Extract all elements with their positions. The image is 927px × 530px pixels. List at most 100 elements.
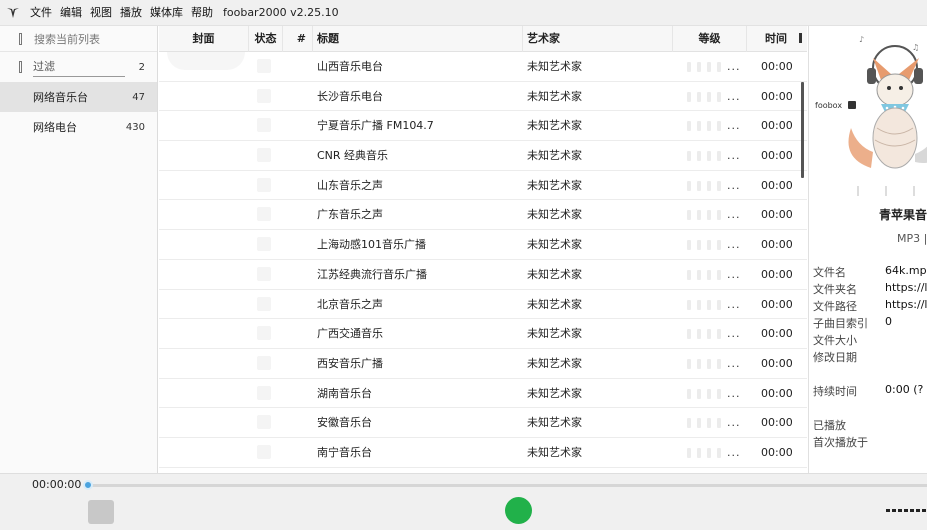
track-row[interactable]: 山西音乐电台 未知艺术家... 00:00 (159, 52, 807, 82)
state-cell (257, 385, 271, 400)
rating-stars[interactable]: ... (687, 120, 741, 132)
state-cell (257, 237, 271, 252)
track-row[interactable]: 湖南音乐台 未知艺术家... 00:00 (159, 379, 807, 409)
info-key: 文件大小 (813, 334, 857, 347)
track-row[interactable]: 西安音乐广播 未知艺术家... 00:00 (159, 349, 807, 379)
playlist-item-web-radio[interactable]: 网络电台 430 (0, 112, 157, 142)
track-row[interactable]: 广西交通音乐 未知艺术家... 00:00 (159, 319, 807, 349)
rating-stars[interactable]: ... (687, 239, 741, 251)
info-row (813, 366, 927, 383)
info-row: 子曲目索引 0 (813, 315, 927, 332)
column-header-row: 封面 状态 # 标题 艺术家 等级 时间 (159, 26, 807, 52)
track-title: 宁夏音乐广播 FM104.7 (317, 119, 434, 133)
track-list: 山西音乐电台 未知艺术家... 00:00 长沙音乐电台 未知艺术家... 00:00 宁夏… (159, 52, 807, 468)
menu-file[interactable]: 文件 (26, 0, 56, 26)
track-time: 00:00 (761, 89, 793, 103)
track-artist: 未知艺术家 (527, 208, 582, 222)
play-button[interactable] (505, 497, 532, 524)
filter-input[interactable]: 过滤 2 (0, 52, 157, 82)
track-artist: 未知艺术家 (527, 297, 582, 311)
track-row[interactable]: 上海动感101音乐广播 未知艺术家... 00:00 (159, 230, 807, 260)
track-title: 广西交通音乐 (317, 327, 383, 341)
menu-help[interactable]: 帮助 (187, 0, 217, 26)
menu-view[interactable]: 视图 (86, 0, 116, 26)
filter-label[interactable]: 过滤 (33, 58, 125, 77)
playlist-scrollbar[interactable] (801, 82, 804, 178)
column-header-title[interactable]: 标题 (313, 26, 523, 52)
rating-stars[interactable]: ... (687, 417, 741, 429)
track-title: 山西音乐电台 (317, 60, 383, 73)
rating-stars[interactable]: ... (687, 61, 741, 72)
track-title: 北京音乐之声 (317, 297, 383, 311)
track-row[interactable]: 长沙音乐电台 未知艺术家... 00:00 (159, 82, 807, 112)
info-row: 持续时间 0:00 (? s (813, 383, 927, 400)
column-header-cover[interactable]: 封面 (159, 26, 249, 52)
rating-stars[interactable]: ... (687, 299, 741, 310)
info-value: 0:00 (? s (885, 383, 927, 396)
volume-indicator[interactable] (886, 509, 927, 512)
seek-knob[interactable] (83, 480, 93, 490)
playlist-item-count: 430 (125, 121, 145, 133)
playlist-item-count: 47 (132, 91, 145, 103)
track-time: 00:00 (761, 416, 793, 430)
menu-playback[interactable]: 播放 (116, 0, 146, 26)
svg-text:♫: ♫ (912, 43, 919, 52)
track-row[interactable]: 北京音乐之声 未知艺术家... 00:00 (159, 290, 807, 320)
track-artist: 未知艺术家 (527, 60, 582, 73)
info-key: 修改日期 (813, 351, 857, 364)
rating-stars[interactable]: ... (687, 358, 741, 369)
track-time: 00:00 (761, 238, 793, 252)
playback-position: 00:00:00 (32, 478, 82, 491)
info-value: 0 (885, 315, 892, 328)
track-title: CNR 经典音乐 (317, 149, 389, 163)
info-key: 首次播放于 (813, 436, 868, 449)
track-time: 00:00 (761, 267, 793, 281)
track-time: 00:00 (761, 149, 793, 163)
info-key: 持续时间 (813, 385, 857, 398)
search-placeholder[interactable]: 搜索当前列表 (34, 31, 100, 47)
rating-stars[interactable]: ... (687, 269, 741, 280)
rating-stars[interactable]: ... (687, 388, 741, 399)
track-artist: 未知艺术家 (527, 119, 582, 133)
track-row[interactable]: 江苏经典流行音乐广播 未知艺术家... 00:00 (159, 260, 807, 290)
track-artist: 未知艺术家 (527, 267, 582, 281)
track-row[interactable]: CNR 经典音乐 未知艺术家... 00:00 (159, 141, 807, 171)
track-row[interactable]: 南宁音乐台 未知艺术家... 00:00 (159, 438, 807, 468)
track-artist: 未知艺术家 (527, 149, 582, 163)
column-header-state[interactable]: 状态 (249, 26, 283, 52)
rating-stars[interactable]: ... (687, 328, 741, 340)
track-row[interactable]: 安徽音乐台 未知艺术家... 00:00 (159, 408, 807, 438)
menu-edit[interactable]: 编辑 (56, 0, 86, 26)
column-header-artist[interactable]: 艺术家 (523, 26, 673, 52)
info-row: 文件大小 (813, 332, 927, 349)
track-title: 山东音乐之声 (317, 178, 383, 192)
column-header-time[interactable]: 时间 (747, 26, 807, 52)
rating-stars[interactable]: ... (687, 180, 741, 191)
track-row[interactable]: 山东音乐之声 未知艺术家... 00:00 (159, 171, 807, 201)
cover-cell (159, 230, 249, 259)
rating-ellipsis: ... (727, 208, 741, 222)
column-header-number[interactable]: # (283, 26, 313, 52)
info-row: 首次播放于 (813, 434, 927, 451)
playlist-item-web-music[interactable]: 网络音乐台 47 (0, 82, 157, 112)
playlist-search-box[interactable]: 搜索当前列表 (0, 26, 157, 52)
window-title: foobar2000 v2.25.10 (223, 6, 339, 19)
state-cell (257, 118, 271, 133)
foobar-logo-icon[interactable] (0, 0, 26, 26)
track-time: 00:00 (761, 327, 793, 341)
column-options-marker[interactable] (799, 33, 802, 43)
rating-stars[interactable]: ... (687, 447, 741, 458)
track-info-list: 文件名 64k.mp3 文件夹名 https://l 文件路径 https://l 子曲目索… (813, 264, 927, 451)
track-row[interactable]: 宁夏音乐广播 FM104.7 未知艺术家... 00:00 (159, 111, 807, 142)
seek-bar[interactable] (88, 484, 927, 487)
track-title: 西安音乐广播 (317, 356, 383, 370)
menu-library[interactable]: 媒体库 (146, 0, 187, 26)
stop-button[interactable] (88, 500, 114, 524)
rating-stars[interactable]: ... (687, 208, 741, 222)
rating-stars[interactable]: ... (687, 91, 741, 102)
column-header-rating[interactable]: 等级 (673, 26, 747, 52)
track-row[interactable]: 广东音乐之声 未知艺术家... 00:00 (159, 200, 807, 231)
state-cell (257, 59, 271, 73)
info-value: https://l (885, 281, 927, 294)
rating-stars[interactable]: ... (687, 150, 741, 162)
